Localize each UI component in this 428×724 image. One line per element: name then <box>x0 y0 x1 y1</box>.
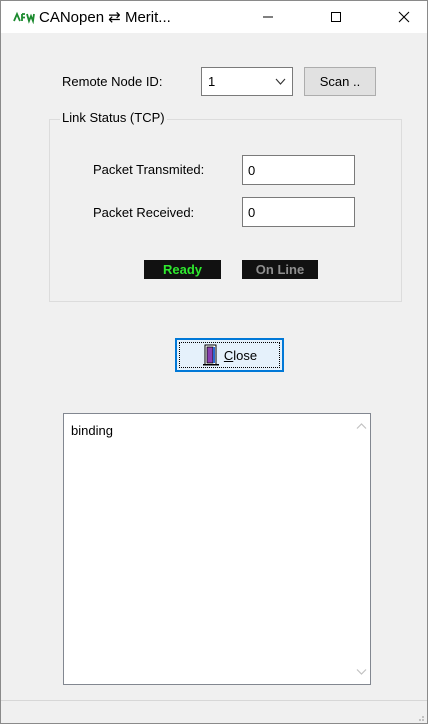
close-icon <box>398 11 410 23</box>
remote-node-id-label: Remote Node ID: <box>62 74 163 89</box>
window-title: CANopen ⇄ Merit... <box>39 9 171 26</box>
title-bar[interactable]: CANopen ⇄ Merit... <box>1 1 427 33</box>
scan-button[interactable]: Scan .. <box>304 67 376 96</box>
close-label-rest: lose <box>233 347 258 363</box>
chevron-down-icon <box>275 78 286 85</box>
dialog-window: CANopen ⇄ Merit... Remote Node ID: 1 Sca… <box>0 0 428 724</box>
packet-transmitted-label: Packet Transmited: <box>93 162 205 177</box>
vertical-scrollbar[interactable] <box>353 414 370 684</box>
packet-received-label: Packet Received: <box>93 205 195 220</box>
close-button[interactable]: Close <box>175 338 284 372</box>
list-item[interactable]: binding <box>71 423 113 438</box>
packet-received-field[interactable]: 0 <box>242 197 355 227</box>
online-status-badge: On Line <box>242 260 318 279</box>
door-exit-icon <box>202 344 219 366</box>
close-window-button[interactable] <box>381 1 427 33</box>
packet-transmitted-value: 0 <box>248 163 256 178</box>
packet-transmitted-field[interactable]: 0 <box>242 155 355 185</box>
maximize-icon <box>331 12 341 22</box>
scroll-down-icon[interactable] <box>356 668 367 676</box>
status-bar <box>1 700 427 723</box>
maximize-button[interactable] <box>313 1 359 33</box>
packet-received-value: 0 <box>248 205 256 220</box>
close-button-focus-rect: Close <box>179 342 280 368</box>
app-logo-icon <box>13 11 35 24</box>
ready-status-badge: Ready <box>144 260 221 279</box>
close-button-label: Close <box>224 348 257 363</box>
minimize-icon <box>263 16 273 18</box>
close-accelerator-key: C <box>223 347 234 363</box>
resize-grip-icon[interactable] <box>415 712 425 722</box>
link-status-title: Link Status (TCP) <box>60 110 167 125</box>
log-listbox[interactable]: binding <box>63 413 371 685</box>
remote-node-id-select[interactable]: 1 <box>201 67 293 96</box>
minimize-button[interactable] <box>245 1 291 33</box>
remote-node-id-value: 1 <box>208 74 216 89</box>
scroll-up-icon[interactable] <box>356 422 367 430</box>
